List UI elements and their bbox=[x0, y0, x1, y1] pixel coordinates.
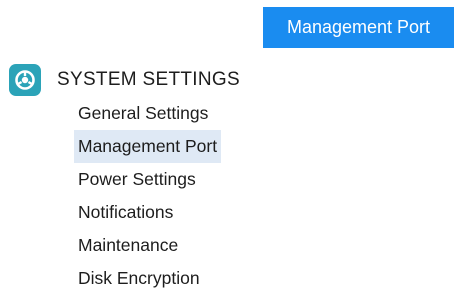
nav-item-maintenance[interactable]: Maintenance bbox=[74, 235, 182, 255]
nav-item-disk-encryption[interactable]: Disk Encryption bbox=[74, 268, 204, 288]
nav-row-power-settings: Power Settings bbox=[74, 163, 221, 196]
nav-row-general-settings: General Settings bbox=[74, 97, 221, 130]
nav-item-general-settings[interactable]: General Settings bbox=[74, 103, 212, 123]
nav-row-disk-encryption: Disk Encryption bbox=[74, 262, 221, 292]
nav-item-notifications[interactable]: Notifications bbox=[74, 202, 177, 222]
nav-item-management-port[interactable]: Management Port bbox=[74, 130, 222, 163]
system-settings-header[interactable]: SYSTEM SETTINGS bbox=[9, 63, 240, 97]
nav-row-notifications: Notifications bbox=[74, 196, 221, 229]
settings-icon bbox=[9, 64, 41, 96]
nav-row-management-port: Management Port bbox=[74, 130, 222, 163]
management-port-button[interactable]: Management Port bbox=[263, 7, 454, 48]
settings-nav-list: General Settings Management Port Power S… bbox=[74, 97, 222, 292]
section-title: SYSTEM SETTINGS bbox=[57, 69, 240, 90]
page: Management Port SYSTEM SETTINGS General … bbox=[0, 0, 454, 292]
nav-item-power-settings[interactable]: Power Settings bbox=[74, 169, 200, 189]
nav-row-maintenance: Maintenance bbox=[74, 229, 221, 262]
